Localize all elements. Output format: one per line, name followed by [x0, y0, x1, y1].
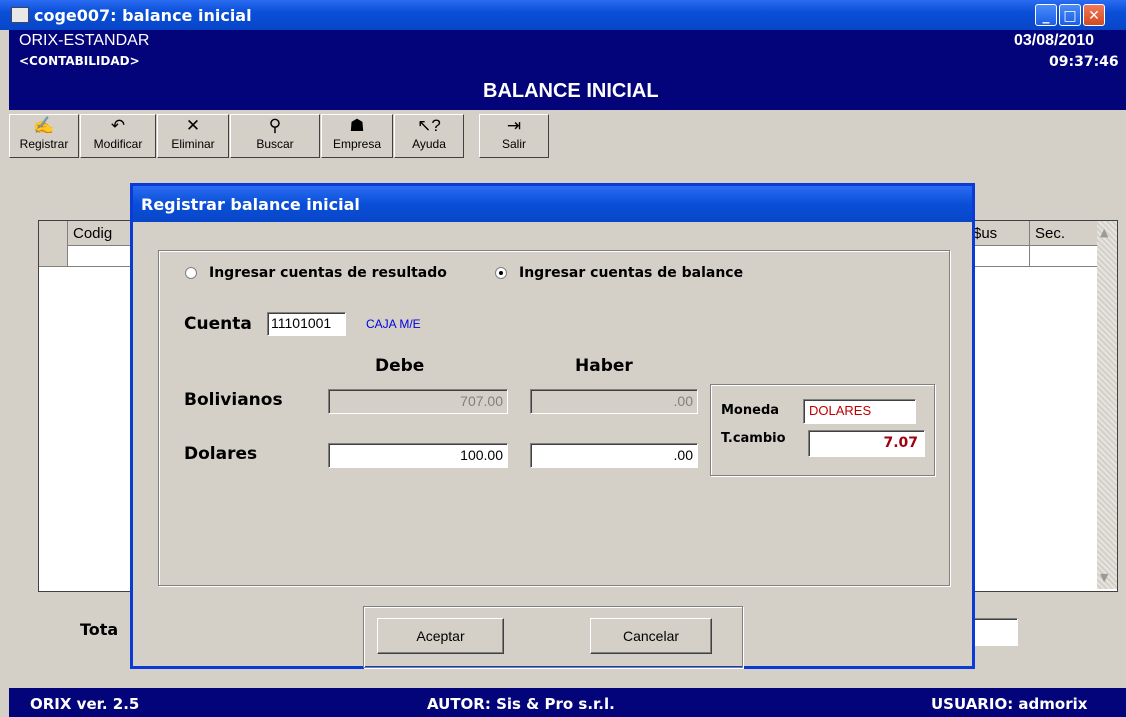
toolbar-label: Buscar — [256, 137, 294, 151]
tcambio-field[interactable]: 7.07 — [808, 430, 925, 457]
app-version: ORIX ver. 2.5 — [30, 695, 140, 713]
radio-balance-label[interactable]: Ingresar cuentas de balance — [519, 265, 743, 281]
bolivianos-label: Bolivianos — [184, 390, 283, 410]
vertical-scrollbar[interactable]: ▲ ▼ — [1097, 221, 1117, 589]
tcambio-label: T.cambio — [721, 431, 786, 446]
toolbar-label: Eliminar — [171, 137, 215, 151]
module-name: <CONTABILIDAD> — [19, 54, 140, 68]
company-name: ORIX-ESTANDAR — [19, 32, 150, 49]
ayuda-button[interactable]: ↖? Ayuda — [394, 114, 464, 158]
window-title-bar[interactable]: coge007: balance inicial _ □ ✕ — [0, 0, 1126, 30]
toolbar-label: Registrar — [19, 137, 69, 151]
totals-label: Tota — [80, 620, 119, 639]
toolbar-label: Modificar — [93, 137, 143, 151]
cuenta-label: Cuenta — [184, 314, 252, 334]
column-header-sus[interactable]: $us — [973, 225, 997, 242]
eliminar-button[interactable]: ✕ Eliminar — [157, 114, 229, 158]
column-header-sec[interactable]: Sec. — [1035, 225, 1065, 242]
current-user: USUARIO: admorix — [931, 695, 1088, 713]
dialog-title-bar[interactable]: Registrar balance inicial — [133, 186, 972, 222]
usd-debe-field[interactable]: 100.00 — [328, 443, 508, 468]
radio-resultado-label[interactable]: Ingresar cuentas de resultado — [209, 265, 447, 281]
radio-dot — [499, 271, 503, 275]
dialog-title: Registrar balance inicial — [141, 195, 360, 214]
modificar-button[interactable]: ↶ Modificar — [80, 114, 156, 158]
cuenta-input[interactable]: 11101001 — [267, 312, 346, 336]
dolares-label: Dolares — [184, 444, 258, 464]
toolbar-label: Empresa — [332, 137, 382, 151]
header-time: 09:37:46 — [1049, 54, 1119, 70]
empresa-button[interactable]: ☗ Empresa — [321, 114, 393, 158]
app-header: ORIX-ESTANDAR <CONTABILIDAD> BALANCE INI… — [9, 30, 1126, 110]
registrar-button[interactable]: ✍ Registrar — [9, 114, 79, 158]
toolbar-label: Ayuda — [412, 137, 446, 151]
help-icon: ↖? — [417, 116, 441, 135]
window-title: coge007: balance inicial — [34, 6, 252, 25]
app-icon — [11, 7, 29, 23]
usd-haber-field[interactable]: .00 — [530, 443, 698, 468]
toolbar: ✍ Registrar ↶ Modificar ✕ Eliminar ⚲ Bus… — [9, 110, 1126, 162]
status-bar: ORIX ver. 2.5 AUTOR: Sis & Pro s.r.l. US… — [9, 688, 1126, 717]
radio-balance[interactable] — [495, 267, 507, 279]
app-author: AUTOR: Sis & Pro s.r.l. — [427, 695, 615, 713]
haber-header: Haber — [575, 356, 633, 376]
salir-button[interactable]: ⇥ Salir — [479, 114, 549, 158]
minimize-button[interactable]: _ — [1035, 4, 1057, 26]
scroll-down-arrow-icon[interactable]: ▼ — [1100, 571, 1108, 584]
toolbar-label: Salir — [501, 137, 526, 151]
bs-haber-field: .00 — [530, 389, 698, 414]
buscar-button[interactable]: ⚲ Buscar — [230, 114, 320, 158]
page-title: BALANCE INICIAL — [483, 80, 659, 102]
company-icon: ☗ — [349, 116, 365, 135]
maximize-button[interactable]: □ — [1059, 4, 1081, 26]
moneda-field[interactable]: DOLARES — [803, 399, 916, 424]
moneda-label: Moneda — [721, 403, 780, 418]
register-icon: ✍ — [33, 116, 55, 135]
column-header-codigo[interactable]: Codig — [73, 225, 112, 242]
header-date: 03/08/2010 — [1014, 32, 1095, 49]
delete-icon: ✕ — [185, 116, 201, 135]
undo-icon: ↶ — [110, 116, 126, 135]
cuenta-description: CAJA M/E — [366, 317, 421, 331]
radio-resultado[interactable] — [185, 267, 197, 279]
cancelar-button[interactable]: Cancelar — [590, 618, 712, 654]
bs-debe-field: 707.00 — [328, 389, 508, 414]
binoculars-icon: ⚲ — [268, 116, 282, 135]
debe-header: Debe — [375, 356, 425, 376]
row-selector[interactable] — [39, 245, 67, 266]
exit-icon: ⇥ — [506, 116, 522, 135]
close-button[interactable]: ✕ — [1083, 4, 1105, 26]
registrar-balance-dialog: Registrar balance inicial Ingresar cuent… — [130, 183, 975, 669]
grid-divider — [1029, 221, 1030, 267]
aceptar-button[interactable]: Aceptar — [377, 618, 504, 654]
grid-divider — [67, 221, 68, 267]
scroll-up-arrow-icon[interactable]: ▲ — [1100, 226, 1108, 239]
